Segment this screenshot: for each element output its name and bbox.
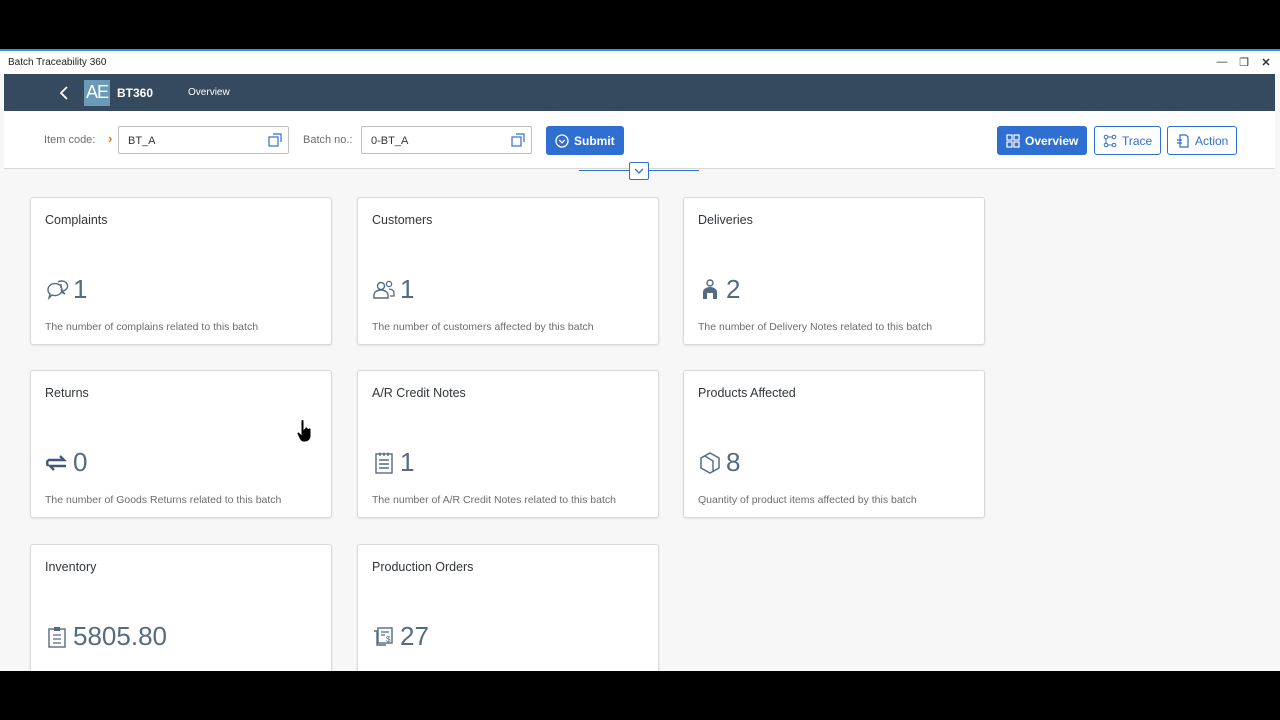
customers-icon bbox=[373, 280, 395, 299]
app-window: Batch Traceability 360 — ❐ ✕ AE BT360 Ov… bbox=[0, 49, 1280, 671]
card-description: The number of A/R Credit Notes related t… bbox=[372, 494, 616, 506]
batch-no-input[interactable]: 0-BT_A bbox=[361, 126, 532, 154]
action-label: Action bbox=[1195, 133, 1229, 148]
back-arrow-icon bbox=[59, 85, 68, 100]
close-icon[interactable]: ✕ bbox=[1260, 56, 1272, 69]
minimize-icon[interactable]: — bbox=[1216, 56, 1228, 69]
svg-text:$: $ bbox=[386, 635, 391, 644]
trace-network-icon bbox=[1103, 134, 1117, 147]
complaint-chat-icon bbox=[47, 279, 69, 300]
collapse-divider-right bbox=[649, 170, 699, 171]
card-value: 27 bbox=[400, 621, 429, 651]
card-returns[interactable]: Returns 0 The number of Goods Returns re… bbox=[30, 370, 332, 518]
production-order-icon: $ bbox=[374, 626, 393, 646]
value-help-icon[interactable] bbox=[511, 133, 525, 147]
batch-no-value: 0-BT_A bbox=[371, 135, 409, 147]
chevron-right-icon: › bbox=[108, 131, 113, 146]
card-description: The number of Delivery Notes related to … bbox=[698, 321, 933, 333]
card-credit-notes[interactable]: A/R Credit Notes 1 The number of A/R Cre… bbox=[357, 370, 659, 518]
card-description: Quantity of product items affected by th… bbox=[698, 494, 917, 506]
card-products-affected[interactable]: Products Affected 8 Quantity of product … bbox=[683, 370, 985, 518]
card-title: Customers bbox=[372, 213, 433, 227]
delivery-person-icon bbox=[703, 278, 717, 299]
item-code-input[interactable]: BT_A bbox=[118, 126, 289, 154]
card-customers[interactable]: Customers 1 The number of customers affe… bbox=[357, 197, 659, 345]
trace-label: Trace bbox=[1122, 133, 1153, 148]
item-code-label: Item code: bbox=[44, 134, 96, 146]
collapse-divider-left bbox=[579, 170, 629, 171]
card-title: Inventory bbox=[45, 560, 97, 574]
shell-bar: AE BT360 Overview bbox=[4, 74, 1275, 111]
card-description: The number of complains related to this … bbox=[45, 321, 259, 333]
card-deliveries[interactable]: Deliveries 2 The number of Delivery Note… bbox=[683, 197, 985, 345]
overview-label: Overview bbox=[1025, 133, 1079, 148]
submit-button[interactable]: Submit bbox=[546, 126, 624, 155]
card-title: Production Orders bbox=[372, 560, 474, 574]
overview-button[interactable]: Overview bbox=[997, 126, 1088, 155]
card-title: A/R Credit Notes bbox=[372, 386, 466, 400]
card-value: 1 bbox=[400, 447, 415, 477]
card-description: The number of customers affected by this… bbox=[372, 321, 594, 333]
restore-icon[interactable]: ❐ bbox=[1238, 56, 1250, 69]
window-titlebar: Batch Traceability 360 — ❐ ✕ bbox=[0, 51, 1280, 74]
card-title: Returns bbox=[45, 386, 89, 400]
card-value: 2 bbox=[726, 274, 741, 304]
card-title: Deliveries bbox=[698, 213, 753, 227]
card-complaints[interactable]: Complaints 1 The number of complains rel… bbox=[30, 197, 332, 345]
back-button[interactable] bbox=[54, 85, 74, 100]
card-description: The number of Goods Returns related to t… bbox=[45, 494, 282, 506]
nav-overview-link[interactable]: Overview bbox=[188, 87, 230, 98]
chevron-down-icon bbox=[634, 168, 644, 174]
submit-circle-icon bbox=[555, 133, 569, 148]
card-title: Complaints bbox=[45, 213, 108, 227]
collapse-header-button[interactable] bbox=[629, 162, 649, 180]
window-title: Batch Traceability 360 bbox=[8, 57, 107, 68]
app-name: BT360 bbox=[117, 85, 154, 100]
card-inventory[interactable]: Inventory 5805.80 bbox=[30, 544, 332, 671]
return-arrows-icon bbox=[46, 454, 67, 471]
trace-button[interactable]: Trace bbox=[1094, 126, 1162, 155]
filter-bar: Item code: › BT_A Batch no.: 0-BT_A Subm… bbox=[4, 111, 1275, 169]
item-code-value: BT_A bbox=[128, 135, 156, 147]
card-value: 1 bbox=[73, 274, 88, 304]
card-title: Products Affected bbox=[698, 386, 796, 400]
card-value: 0 bbox=[73, 447, 88, 477]
overview-grid-icon bbox=[1006, 133, 1020, 148]
clipboard-icon bbox=[48, 626, 66, 648]
document-list-icon bbox=[375, 452, 393, 474]
submit-label: Submit bbox=[574, 133, 615, 148]
card-production-orders[interactable]: Production Orders $ 27 bbox=[357, 544, 659, 671]
batch-no-label: Batch no.: bbox=[303, 134, 353, 146]
action-document-icon bbox=[1177, 133, 1189, 148]
product-box-icon bbox=[700, 451, 720, 474]
action-button[interactable]: Action bbox=[1167, 126, 1238, 155]
value-help-icon[interactable] bbox=[268, 133, 282, 147]
card-value: 1 bbox=[400, 274, 415, 304]
card-value: 8 bbox=[726, 447, 741, 477]
mouse-pointer-icon bbox=[296, 419, 312, 443]
app-logo: AE bbox=[84, 79, 110, 106]
card-value: 5805.80 bbox=[73, 621, 167, 651]
